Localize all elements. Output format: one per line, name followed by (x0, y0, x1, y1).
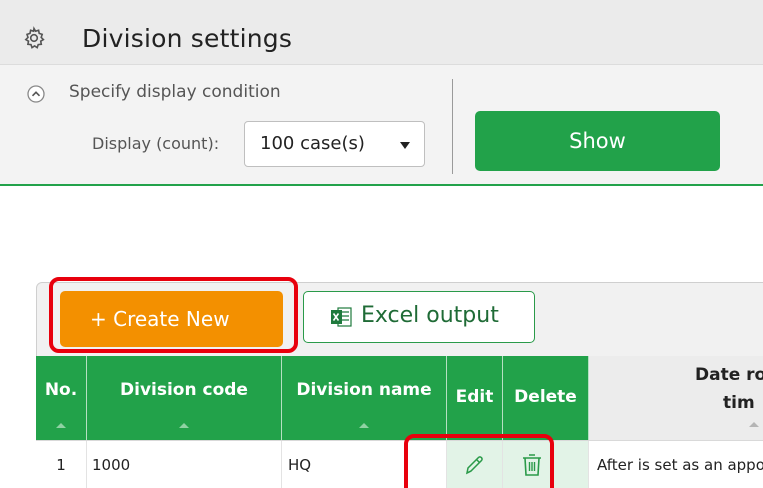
excel-output-button[interactable]: Excel output (303, 291, 535, 343)
highlight-edit-delete (404, 434, 554, 488)
cell-no: 1 (36, 441, 87, 488)
highlight-create-button (49, 277, 298, 353)
cell-division-code: 1000 (87, 441, 282, 488)
display-count-select[interactable]: 100 case(s) (244, 121, 425, 167)
display-count-value: 100 case(s) (260, 133, 365, 154)
sort-icon (749, 422, 759, 427)
table-row: 1 1000 HQ After is set as an appoi (36, 440, 763, 488)
sort-icon (56, 423, 66, 428)
table-header: No. Division code Division name Edit Del… (36, 356, 763, 440)
column-header-no[interactable]: No. (36, 356, 87, 440)
cell-date: After is set as an appoi (597, 456, 763, 474)
gear-icon (24, 26, 45, 49)
column-header-division-code[interactable]: Division code (87, 356, 282, 440)
display-count-label: Display (count): (92, 134, 220, 153)
title-bar: Division settings (0, 0, 763, 65)
dropdown-caret-icon (400, 142, 410, 149)
show-button[interactable]: Show (475, 111, 720, 171)
divider (452, 79, 453, 174)
sort-icon (359, 423, 369, 428)
page-title: Division settings (82, 24, 293, 53)
column-header-division-name[interactable]: Division name (282, 356, 447, 440)
condition-toggle-label[interactable]: Specify display condition (69, 82, 281, 102)
sort-icon (179, 423, 189, 428)
column-header-delete: Delete (503, 356, 589, 440)
excel-output-label: Excel output (361, 303, 499, 328)
column-header-date[interactable]: Date ro tim (589, 356, 763, 440)
column-header-edit: Edit (447, 356, 503, 440)
chevron-up-circle-icon[interactable] (27, 85, 45, 103)
excel-icon (331, 307, 352, 327)
